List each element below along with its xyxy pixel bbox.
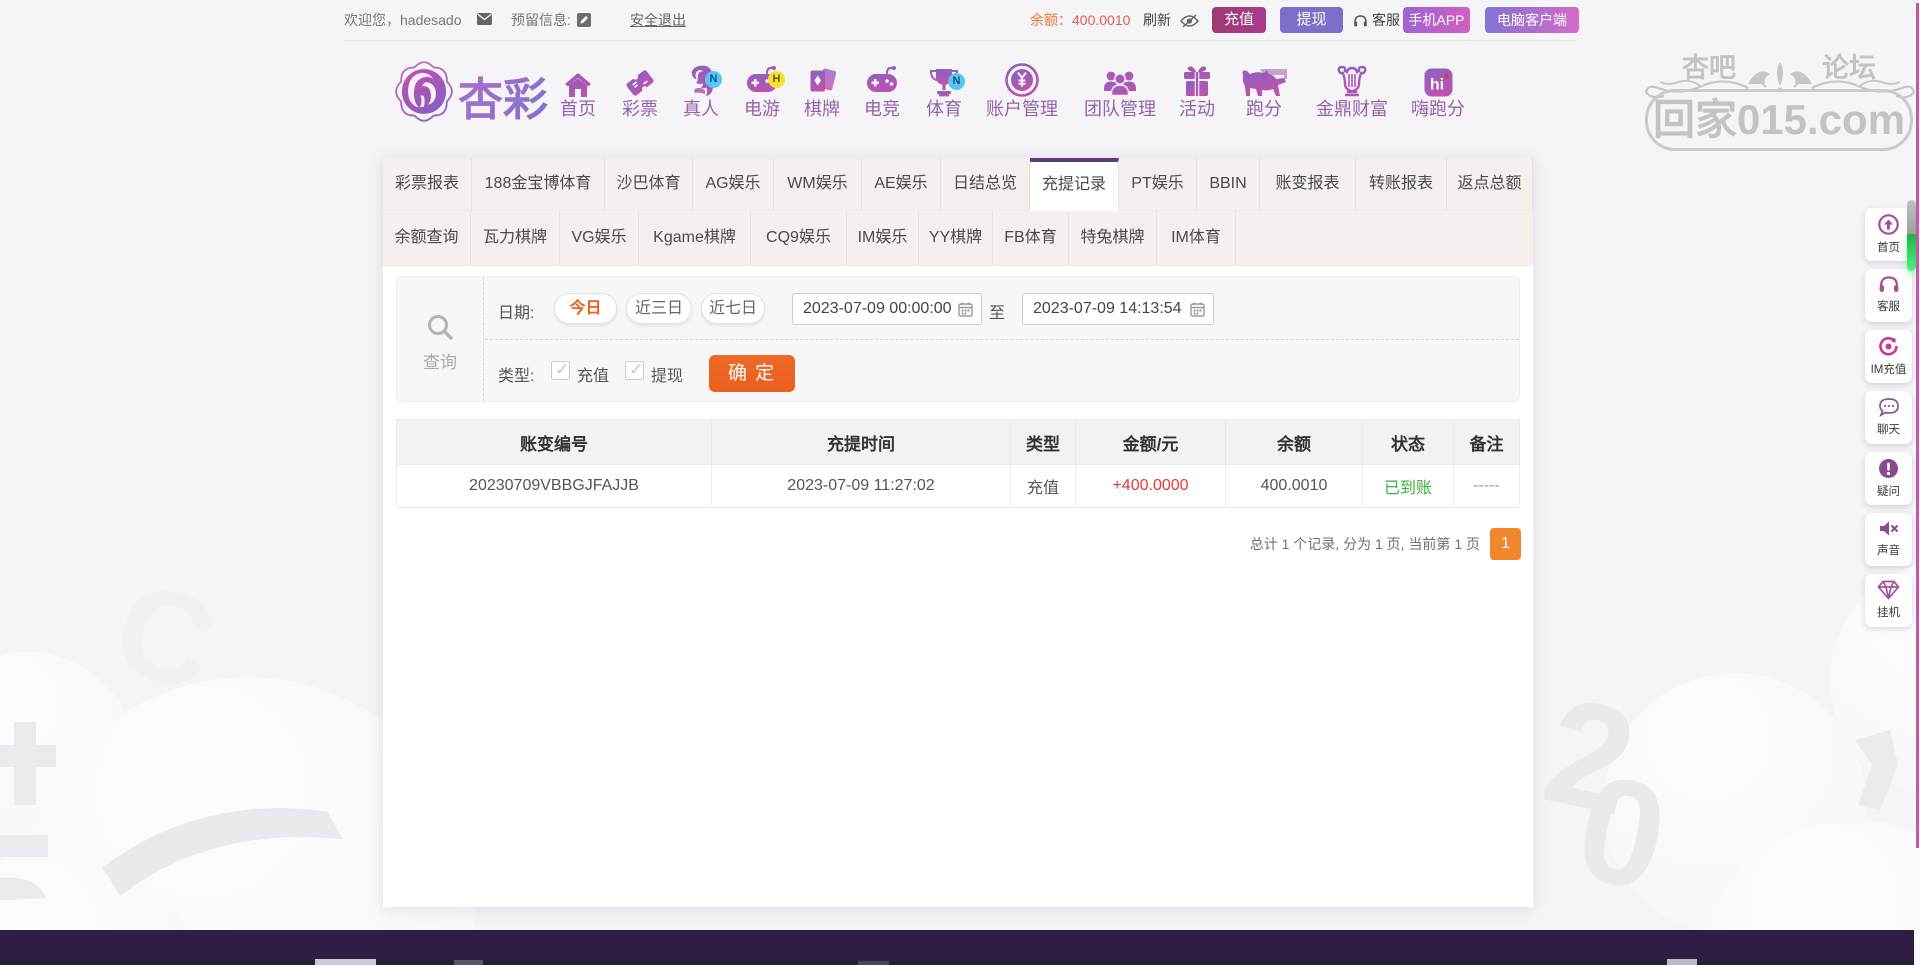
svg-text:hi: hi (1429, 77, 1443, 94)
